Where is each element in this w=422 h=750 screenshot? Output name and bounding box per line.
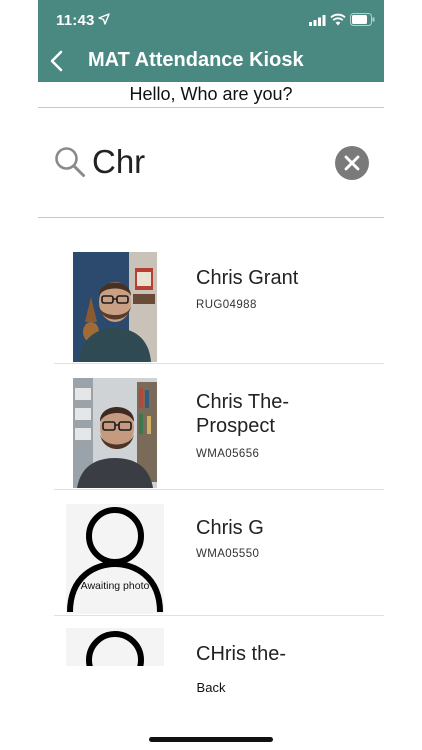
list-item[interactable]: Awaiting photo Chris G WMA05550 [54,490,384,616]
search-input[interactable] [92,140,322,184]
home-indicator [149,737,273,742]
location-arrow-icon [98,13,110,25]
clear-search-button[interactable] [335,146,369,180]
greeting-text: Hello, Who are you? [38,84,384,108]
person-name: Chris G [196,517,264,539]
results-list: Chris Grant RUG04988 Chris The-Prospect … [38,238,384,666]
wifi-icon [330,13,346,26]
search-icon [55,147,85,177]
close-icon [344,155,360,171]
page-title: MAT Attendance Kiosk [88,49,304,71]
user-silhouette-icon [86,631,144,666]
battery-icon [350,13,375,26]
person-code: WMA05656 [196,448,260,460]
person-code: WMA05550 [196,548,260,560]
chevron-left-icon[interactable] [46,48,68,74]
user-silhouette-icon [67,507,163,613]
person-name: CHris the- [196,643,287,665]
person-photo [73,378,157,488]
placeholder-avatar: Awaiting photo [66,504,164,614]
placeholder-avatar [66,628,164,666]
back-button[interactable]: Back [38,680,384,704]
person-photo [73,252,157,362]
navigation-bar: MAT Attendance Kiosk [38,40,384,82]
person-code: RUG04988 [196,299,257,311]
list-item[interactable]: CHris the- [54,616,384,666]
list-item[interactable]: Chris Grant RUG04988 [54,238,384,364]
list-item[interactable]: Chris The-Prospect WMA05656 [54,364,384,490]
search-bar [38,110,384,218]
person-name: Chris The-Prospect [196,391,289,437]
top-bar: 11:43 MAT Attendance Kiosk [38,0,384,82]
awaiting-photo-label: Awaiting photo [80,580,150,592]
kiosk-screen: 11:43 MAT Attendance Kiosk Hello, Who ar… [38,0,384,750]
status-time: 11:43 [56,12,95,29]
person-name: Chris Grant [196,267,299,289]
status-bar: 11:43 [38,0,384,40]
cellular-signal-icon [309,15,326,26]
